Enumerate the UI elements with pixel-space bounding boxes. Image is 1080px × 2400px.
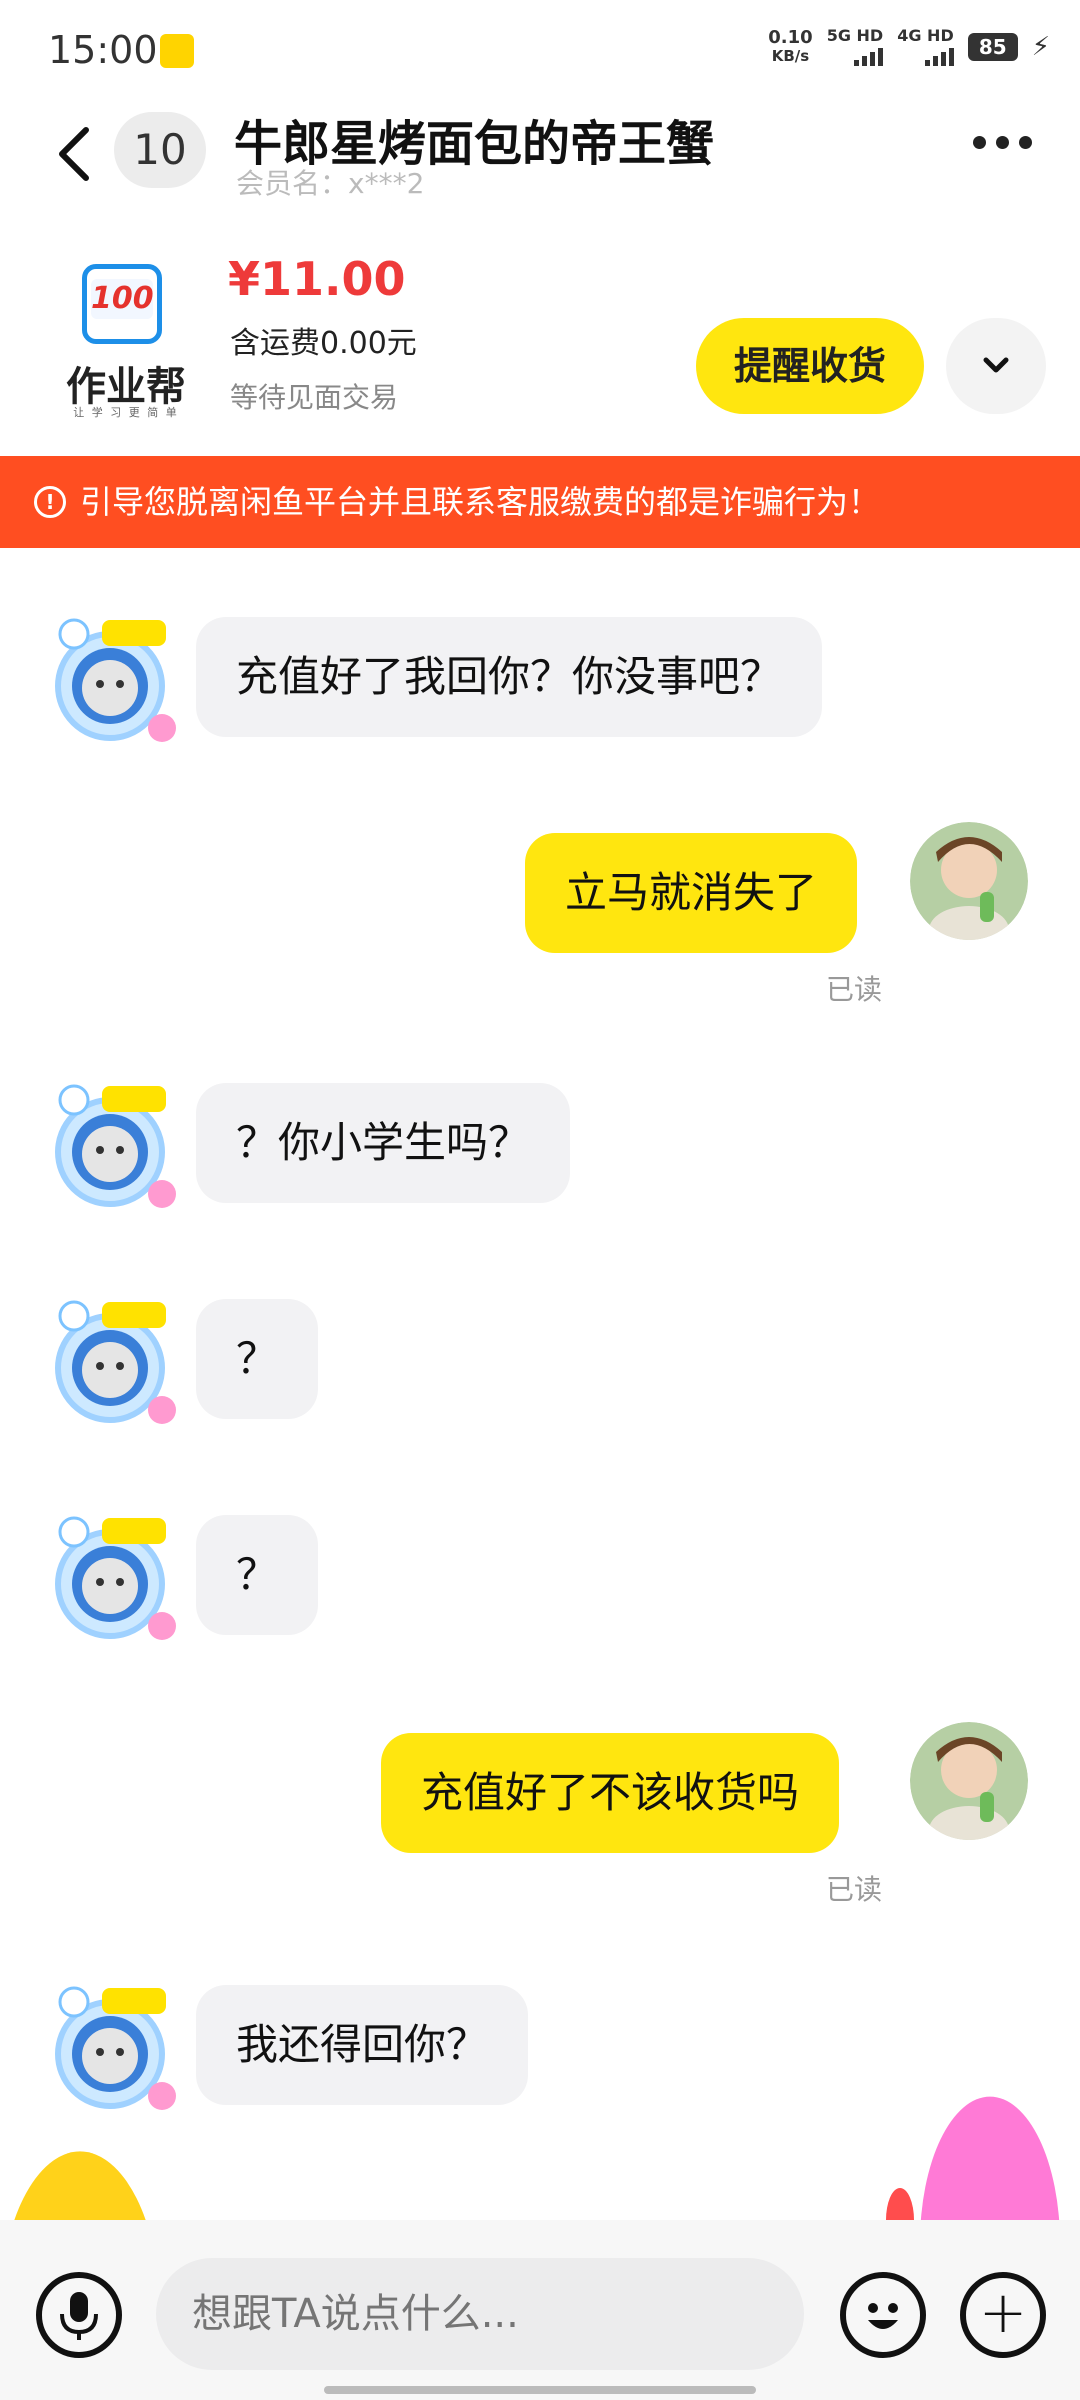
warning-icon: ! <box>34 486 66 518</box>
sim1-signal-icon: 5G HD <box>827 28 884 66</box>
battery-icon: 85 <box>967 33 1018 61</box>
decorative-mascot-scene <box>14 2096 1060 2220</box>
self-avatar[interactable] <box>910 822 1028 940</box>
remind-receipt-button[interactable]: 提醒收货 <box>696 318 924 414</box>
fraud-warning-banner: ! 引导您脱离闲鱼平台并且联系客服缴费的都是诈骗行为！ <box>0 456 1080 548</box>
read-status: 已读 <box>826 973 883 1006</box>
expand-button[interactable] <box>946 318 1046 414</box>
message-bubble[interactable]: ？你小学生吗？ <box>196 1083 571 1203</box>
emoji-button[interactable] <box>840 2272 926 2358</box>
message-bubble[interactable]: ？ <box>196 1515 319 1635</box>
self-avatar[interactable] <box>910 1722 1028 1840</box>
message-bubble-self[interactable]: 充值好了不该收货吗 <box>381 1733 840 1853</box>
status-time: 15:00 <box>48 28 158 72</box>
sim2-signal-icon: 4G HD <box>897 28 954 66</box>
read-status: 已读 <box>826 1873 883 1906</box>
status-bar: 15:00 0.10 KB/s 5G HD 4G HD 85 ⚡ <box>0 0 1080 100</box>
product-price: ¥11.00 <box>228 252 406 306</box>
message-bubble[interactable]: 充值好了我回你？你没事吧？ <box>196 617 823 737</box>
sender-avatar[interactable] <box>44 1294 184 1434</box>
more-options-icon[interactable] <box>973 136 1032 149</box>
product-card[interactable]: 100 作业帮 让 学 习 更 简 单 ¥11.00 含运费0.00元 等待见面… <box>0 230 1080 456</box>
message-input-bar: + <box>0 2220 1080 2400</box>
network-speed: 0.10 KB/s <box>768 27 813 66</box>
unread-count-badge[interactable]: 10 <box>114 112 206 188</box>
message-bubble-self[interactable]: 立马就消失了 <box>525 833 858 953</box>
sender-avatar[interactable] <box>44 1510 184 1650</box>
status-indicators: 0.10 KB/s 5G HD 4G HD 85 ⚡ <box>768 28 1050 66</box>
message-input[interactable] <box>156 2258 804 2370</box>
chat-header: 10 牛郎星烤面包的帝王蟹 会员名：x***2 <box>0 100 1080 230</box>
sim1-label: 5G HD <box>826 26 884 45</box>
home-indicator[interactable] <box>324 2386 756 2394</box>
more-actions-button[interactable]: + <box>960 2272 1046 2358</box>
warning-text: 引导您脱离闲鱼平台并且联系客服缴费的都是诈骗行为！ <box>80 483 881 521</box>
sim2-label: 4G HD <box>897 26 954 45</box>
network-speed-value: 0.10 <box>768 27 813 48</box>
microphone-icon <box>60 2292 98 2340</box>
message-bubble[interactable]: ？ <box>196 1299 319 1419</box>
plus-icon: + <box>978 2278 1028 2346</box>
trade-status: 等待见面交易 <box>230 381 399 414</box>
smiley-icon <box>868 2303 898 2329</box>
sender-avatar[interactable] <box>44 1078 184 1218</box>
charging-icon: ⚡ <box>1031 32 1050 62</box>
sender-avatar[interactable] <box>44 612 184 752</box>
back-arrow-icon[interactable] <box>50 124 100 184</box>
voice-input-button[interactable] <box>36 2272 122 2358</box>
chevron-down-icon <box>983 357 1009 373</box>
member-name: 会员名：x***2 <box>236 167 425 200</box>
network-speed-unit: KB/s <box>771 47 810 65</box>
shipping-fee: 含运费0.00元 <box>230 326 417 361</box>
zuoyebang-logo-icon: 100 <box>82 264 162 344</box>
notification-app-icon <box>160 34 194 68</box>
product-logo: 100 作业帮 让 学 习 更 简 单 <box>52 264 200 424</box>
product-logo-slogan: 让 学 习 更 简 单 <box>73 406 179 419</box>
